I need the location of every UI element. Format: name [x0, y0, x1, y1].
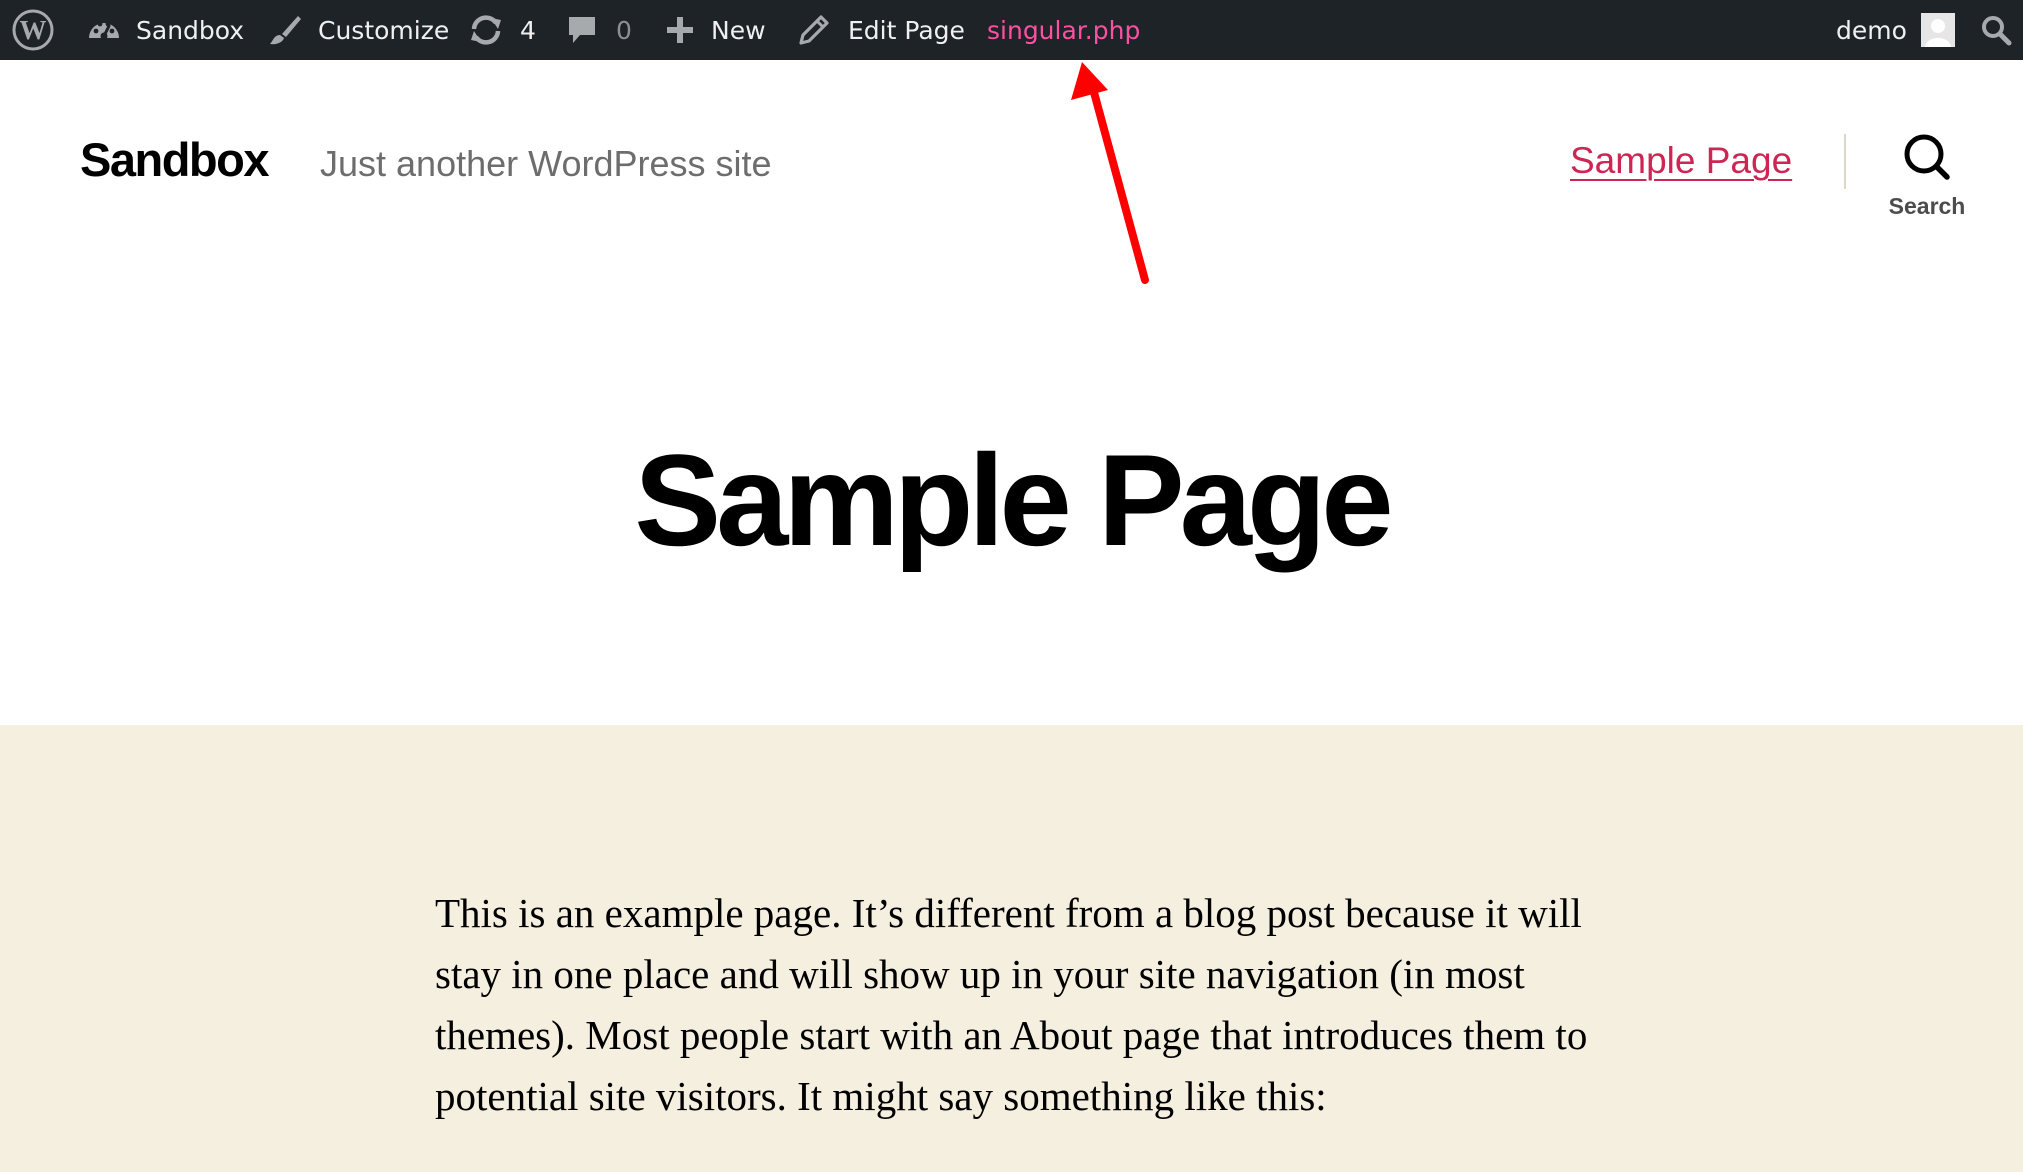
search-label: Search — [1888, 193, 1966, 219]
user-name: demo — [1836, 15, 1907, 45]
plus-icon — [665, 15, 695, 45]
wordpress-menu[interactable]: W — [12, 0, 54, 60]
pencil-icon — [798, 14, 830, 46]
template-file-label: singular.php — [987, 15, 1141, 45]
template-file-indicator[interactable]: singular.php — [987, 0, 1140, 60]
site-description: Just another WordPress site — [320, 143, 772, 184]
edit-page-label: Edit Page — [848, 15, 965, 45]
new-content-button[interactable]: New — [665, 0, 766, 60]
svg-text:W: W — [20, 15, 47, 45]
avatar-icon — [1920, 13, 1955, 47]
comment-icon — [566, 14, 598, 46]
comments-count: 0 — [616, 15, 632, 45]
site-name-label: Sandbox — [136, 15, 245, 45]
admin-bar: W Sandbox Customize 4 0 New Edit Page si… — [0, 0, 2023, 60]
customize-label: Customize — [318, 15, 450, 45]
admin-search-button[interactable] — [1980, 0, 2012, 60]
new-label: New — [711, 15, 766, 45]
wordpress-logo-icon: W — [12, 9, 54, 51]
site-title[interactable]: Sandbox — [80, 128, 269, 192]
nav-divider — [1844, 134, 1846, 189]
updates-button[interactable]: 4 — [468, 0, 536, 60]
page-title: Sample Page — [634, 427, 1393, 573]
search-icon — [1902, 132, 1952, 187]
user-account-menu[interactable]: demo — [1836, 0, 1955, 60]
nav-item-sample-page[interactable]: Sample Page — [1570, 132, 1792, 190]
customize-button[interactable]: Customize — [268, 0, 449, 60]
entry-content: This is an example page. It’s different … — [435, 883, 1605, 1127]
updates-icon — [468, 12, 504, 48]
paintbrush-icon — [268, 13, 302, 47]
site-name-menu[interactable]: Sandbox — [86, 0, 244, 60]
search-icon — [1980, 14, 2012, 46]
header-search-toggle[interactable]: Search — [1872, 132, 1982, 232]
comments-button[interactable]: 0 — [566, 0, 632, 60]
edit-page-button[interactable]: Edit Page — [798, 0, 965, 60]
dashboard-icon — [86, 12, 122, 48]
content-paragraph: This is an example page. It’s different … — [435, 890, 1588, 1119]
updates-count: 4 — [520, 15, 536, 45]
